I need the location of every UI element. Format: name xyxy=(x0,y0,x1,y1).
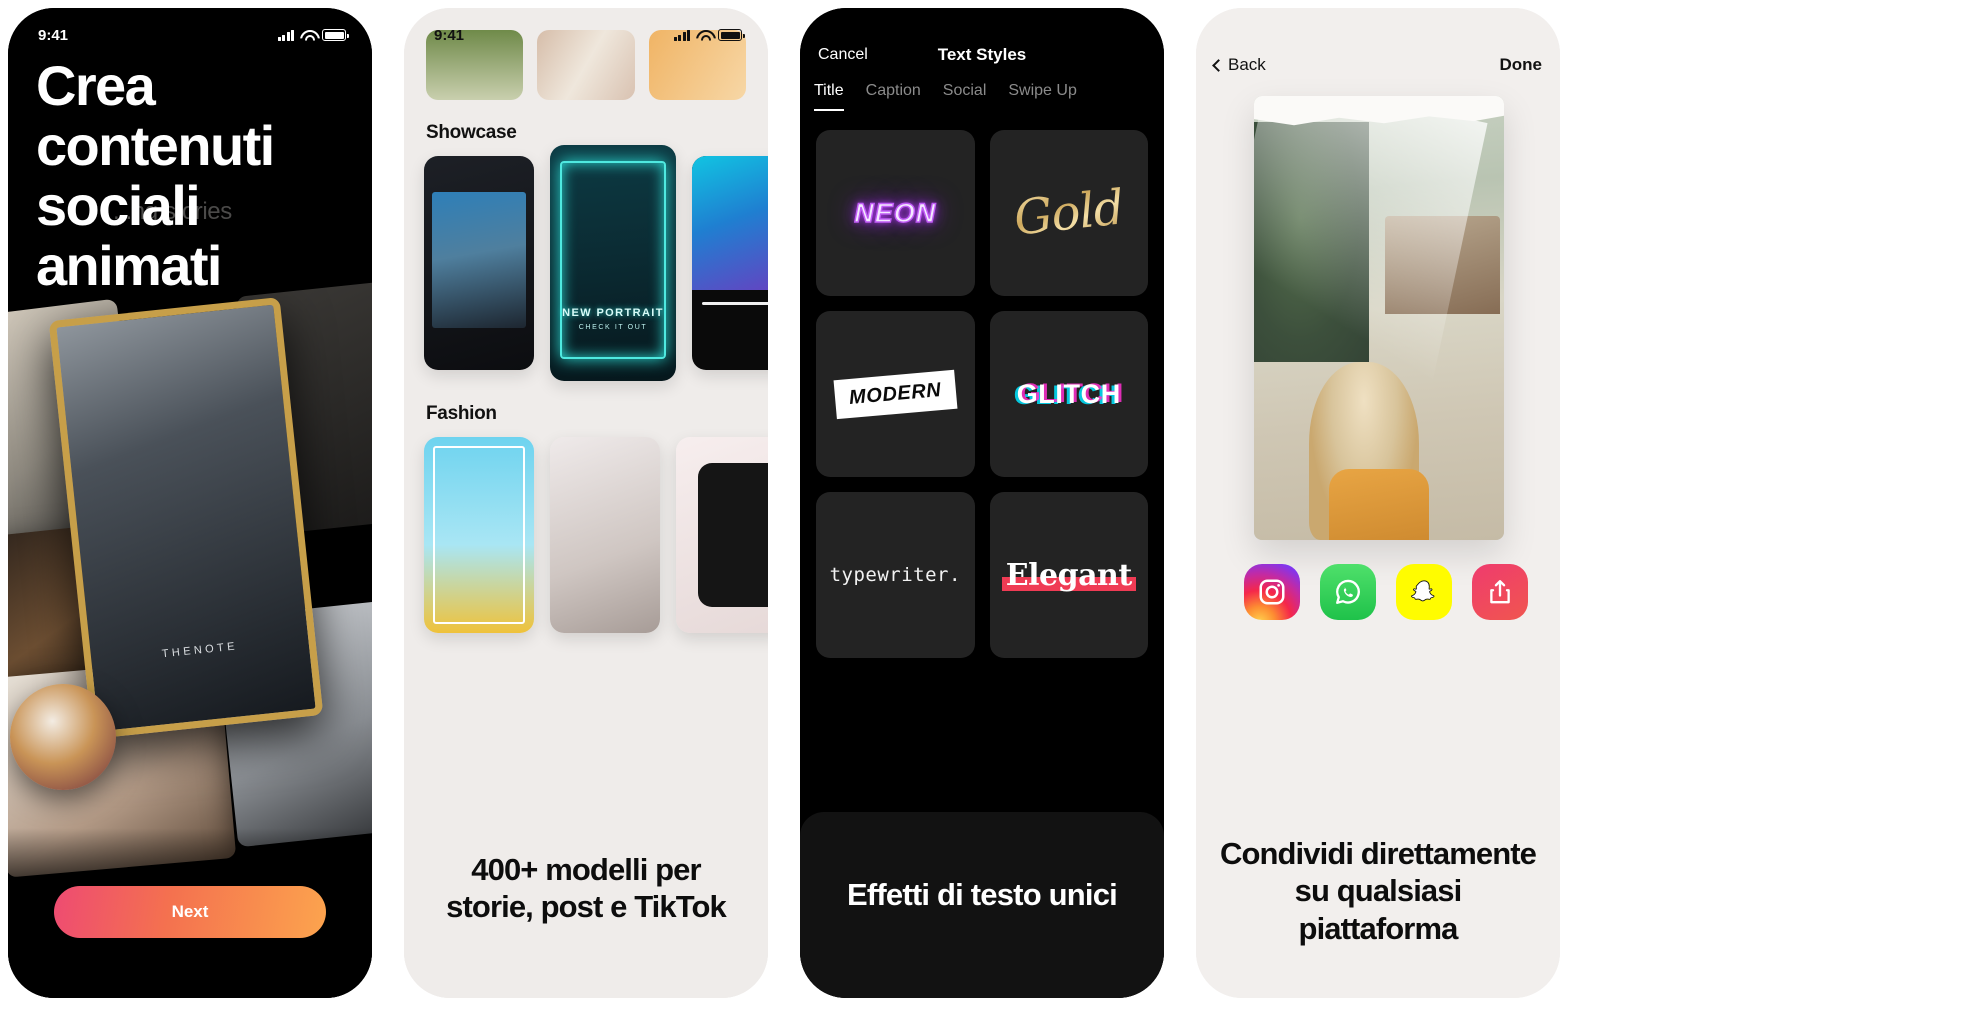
template-card[interactable] xyxy=(692,156,768,370)
tab-title[interactable]: Title xyxy=(814,82,844,111)
style-tile-elegant[interactable]: Elegant xyxy=(989,492,1148,658)
text-styles-navbar: Cancel Text Styles xyxy=(800,38,1164,72)
template-card-featured[interactable]: NEW PORTRAIT CHECK IT OUT xyxy=(550,145,676,381)
battery-icon xyxy=(322,29,349,41)
photo-subject-shirt xyxy=(1329,468,1429,540)
screen4-caption: Condividi direttamente su qualsiasi piat… xyxy=(1196,808,1560,998)
share-more-button[interactable] xyxy=(1472,564,1528,620)
phone-screen-templates: Showcase NEW PORTRAIT CHECK IT OUT Fashi… xyxy=(404,8,768,998)
share-targets xyxy=(1196,564,1560,620)
wifi-icon xyxy=(300,29,316,41)
screen2-caption-text: 400+ modelli per storie, post e TikTok xyxy=(446,852,727,924)
tab-caption[interactable]: Caption xyxy=(866,82,921,109)
phone-screen-text-styles: Cancel Text Styles Title Caption Social … xyxy=(800,8,1164,998)
text-styles-tabs: Title Caption Social Swipe Up xyxy=(800,82,1164,120)
collage-card-label: THENOTE xyxy=(161,640,239,661)
template-card[interactable] xyxy=(424,156,534,370)
status-indicators xyxy=(673,29,745,41)
snapchat-icon xyxy=(1411,580,1435,602)
style-tile-typewriter[interactable]: typewriter. xyxy=(816,492,975,658)
screen2-caption: 400+ modelli per storie, post e TikTok xyxy=(404,806,768,998)
done-button[interactable]: Done xyxy=(1500,55,1543,75)
next-button[interactable]: Next xyxy=(54,886,326,938)
template-card-sublabel: CHECK IT OUT xyxy=(578,324,648,331)
text-styles-grid: NEON Gold MODERN GLITCH typewriter. E xyxy=(816,130,1148,658)
style-label-modern: MODERN xyxy=(848,378,943,409)
cellular-signal-icon xyxy=(673,29,690,41)
section-title-fashion: Fashion xyxy=(426,403,497,424)
modern-banner: MODERN xyxy=(833,369,957,419)
collage-featured-card: THENOTE xyxy=(48,297,324,739)
screen3-caption-text: Effetti di testo unici xyxy=(846,877,1118,913)
share-whatsapp-button[interactable] xyxy=(1320,564,1376,620)
share-instagram-button[interactable] xyxy=(1244,564,1300,620)
frame-overlay xyxy=(433,446,525,624)
wifi-icon xyxy=(696,29,712,41)
screen3-caption: Effetti di testo unici xyxy=(800,812,1164,998)
elegant-highlight: Elegant xyxy=(1001,557,1136,593)
templates-scroll-area[interactable]: Showcase NEW PORTRAIT CHECK IT OUT Fashi… xyxy=(404,30,768,806)
template-card[interactable] xyxy=(550,437,660,633)
style-label-elegant: Elegant xyxy=(1005,557,1132,593)
cancel-button[interactable]: Cancel xyxy=(818,46,868,64)
back-button-label: Back xyxy=(1228,55,1266,74)
collage-circle-card xyxy=(10,684,116,790)
share-snapchat-button[interactable] xyxy=(1396,564,1452,620)
app-store-screenshot-gallery: THENOTE ...ng stories 9:41 Crea contenut… xyxy=(0,0,1976,1014)
phone-screen-onboarding: THENOTE ...ng stories 9:41 Crea contenut… xyxy=(8,8,372,998)
tab-social[interactable]: Social xyxy=(943,82,987,109)
back-button[interactable]: Back xyxy=(1212,55,1266,75)
whatsapp-icon xyxy=(1336,579,1360,604)
style-label-glitch: GLITCH xyxy=(1016,378,1121,409)
style-tile-neon[interactable]: NEON xyxy=(816,130,975,296)
phone-screen-share: Back Done Condividi direttamente su qual… xyxy=(1196,8,1560,998)
status-indicators xyxy=(277,29,349,41)
status-time: 9:41 xyxy=(38,26,69,44)
template-card-label: NEW PORTRAIT xyxy=(562,306,664,319)
style-tile-gold[interactable]: Gold xyxy=(989,130,1148,296)
progress-bar xyxy=(702,302,768,305)
template-card-art xyxy=(692,156,768,290)
status-bar: 9:41 xyxy=(8,8,372,52)
preview-photo[interactable] xyxy=(1254,96,1504,540)
tab-swipe-up[interactable]: Swipe Up xyxy=(1008,82,1076,109)
showcase-row[interactable]: NEW PORTRAIT CHECK IT OUT xyxy=(404,145,768,381)
status-bar: 9:41 xyxy=(404,8,768,52)
style-label-gold: Gold xyxy=(1011,179,1127,247)
screen1-headline: Crea contenuti sociali animati xyxy=(36,54,275,297)
share-export-icon xyxy=(1490,580,1510,604)
battery-icon xyxy=(718,29,745,41)
template-card-art xyxy=(432,192,526,328)
fashion-row[interactable] xyxy=(404,437,768,633)
device-mock xyxy=(698,463,768,607)
status-time: 9:41 xyxy=(434,26,465,44)
chevron-left-icon xyxy=(1212,58,1225,72)
style-label-neon: NEON xyxy=(854,197,937,228)
instagram-icon xyxy=(1259,579,1285,605)
screen4-caption-text: Condividi direttamente su qualsiasi piat… xyxy=(1219,836,1537,946)
template-card[interactable] xyxy=(424,437,534,633)
style-tile-glitch[interactable]: GLITCH xyxy=(989,311,1148,477)
style-tile-modern[interactable]: MODERN xyxy=(816,311,975,477)
style-label-typewriter: typewriter. xyxy=(829,564,961,586)
glitch-effect: GLITCH xyxy=(1017,379,1121,410)
share-navbar: Back Done xyxy=(1196,50,1560,80)
cellular-signal-icon xyxy=(277,29,294,41)
template-card[interactable] xyxy=(676,437,768,633)
